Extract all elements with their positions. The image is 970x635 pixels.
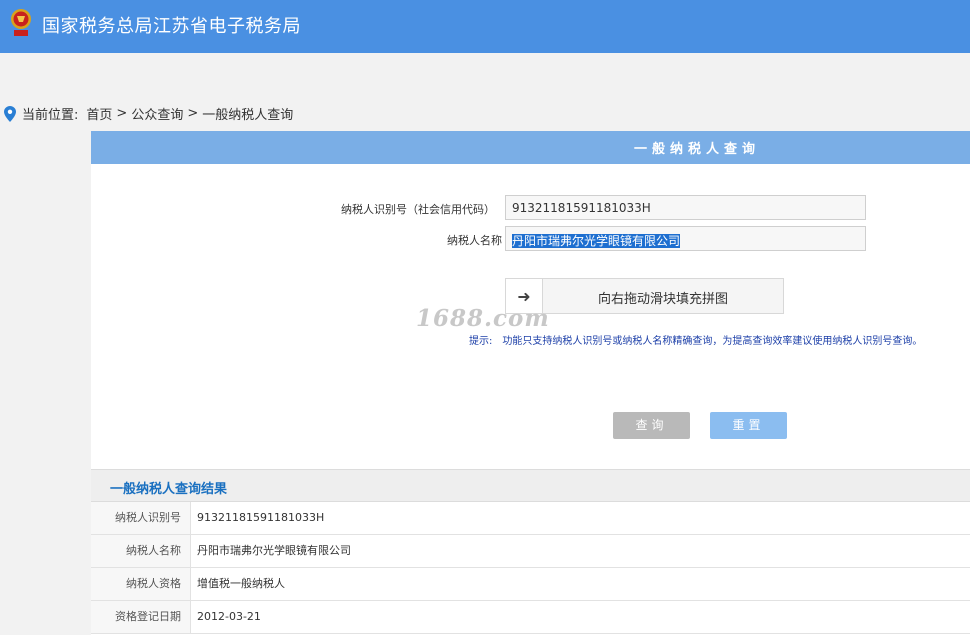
result-value: 丹阳市瑞弗尔光学眼镜有限公司 bbox=[197, 544, 351, 557]
query-panel: 一般纳税人查询 纳税人识别号（社会信用代码） 纳税人名称 丹阳市瑞弗尔光学眼镜有… bbox=[91, 131, 970, 635]
result-row: 纳税人资格 增值税一般纳税人 bbox=[91, 568, 970, 601]
header-bar: 国家税务总局江苏省电子税务局 bbox=[0, 0, 970, 53]
breadcrumb-label: 当前位置: bbox=[22, 108, 79, 123]
breadcrumb-public-query[interactable]: 公众查询 bbox=[131, 104, 183, 123]
taxpayer-id-label: 纳税人识别号（社会信用代码） bbox=[341, 203, 495, 216]
taxpayer-name-label: 纳税人名称 bbox=[447, 234, 502, 247]
site-title[interactable]: 国家税务总局江苏省电子税务局 bbox=[42, 12, 301, 38]
watermark-text: 1688.com bbox=[416, 305, 550, 332]
taxpayer-name-input[interactable]: 丹阳市瑞弗尔光学眼镜有限公司 bbox=[505, 226, 866, 251]
breadcrumb-current: 一般纳税人查询 bbox=[202, 108, 294, 123]
breadcrumb-separator: > bbox=[116, 106, 128, 121]
hint-message: 功能只支持纳税人识别号或纳税人名称精确查询，为提高查询效率建议使用纳税人识别号查… bbox=[502, 336, 923, 347]
hint-label: 提示: bbox=[469, 336, 493, 347]
result-key: 纳税人资格 bbox=[91, 568, 191, 600]
result-key: 资格登记日期 bbox=[91, 601, 191, 633]
result-row: 纳税人识别号 91321181591181033H bbox=[91, 502, 970, 535]
location-pin-icon bbox=[4, 105, 16, 122]
breadcrumb-home[interactable]: 首页 bbox=[86, 104, 112, 123]
query-button[interactable]: 查询 bbox=[613, 412, 690, 439]
tax-emblem-icon bbox=[11, 9, 31, 36]
result-row: 纳税人名称 丹阳市瑞弗尔光学眼镜有限公司 bbox=[91, 535, 970, 568]
hint-text: 提示: 功能只支持纳税人识别号或纳税人名称精确查询，为提高查询效率建议使用纳税人识… bbox=[469, 332, 922, 347]
result-value: 2012-03-21 bbox=[197, 610, 261, 623]
result-key: 纳税人识别号 bbox=[91, 502, 191, 534]
slider-text: 向右拖动滑块填充拼图 bbox=[597, 292, 728, 307]
breadcrumb: 当前位置: 首页 > 公众查询 > 一般纳税人查询 bbox=[4, 104, 293, 123]
taxpayer-name-value: 丹阳市瑞弗尔光学眼镜有限公司 bbox=[512, 234, 681, 248]
panel-title: 一般纳税人查询 bbox=[634, 142, 761, 157]
result-title: 一般纳税人查询结果 bbox=[110, 482, 228, 497]
reset-button[interactable]: 重置 bbox=[710, 412, 787, 439]
panel-header: 一般纳税人查询 bbox=[91, 131, 970, 164]
taxpayer-id-input[interactable] bbox=[505, 195, 866, 220]
result-value: 增值税一般纳税人 bbox=[197, 577, 285, 590]
result-header: 一般纳税人查询结果 bbox=[91, 469, 970, 502]
result-key: 纳税人名称 bbox=[91, 535, 191, 567]
result-row: 资格登记日期 2012-03-21 bbox=[91, 601, 970, 634]
breadcrumb-separator: > bbox=[187, 106, 199, 121]
result-value: 91321181591181033H bbox=[197, 511, 325, 524]
